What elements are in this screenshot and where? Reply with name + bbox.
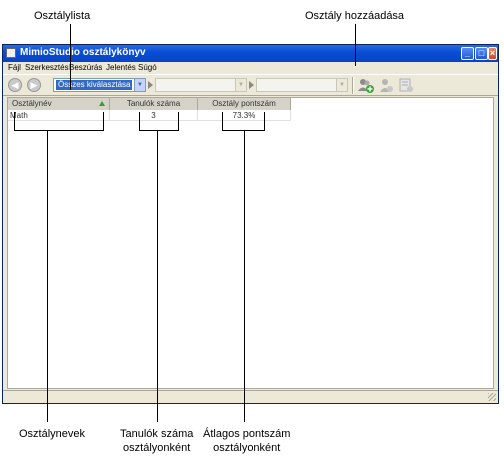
leader-line	[70, 24, 71, 90]
add-student-icon[interactable]	[377, 77, 395, 94]
callout-students-line2: osztályonként	[123, 442, 191, 454]
leader-line	[47, 130, 48, 422]
class-grid: Osztálynév Tanulók száma Osztály pontszá…	[7, 97, 494, 389]
resize-grip-icon[interactable]	[488, 393, 496, 401]
class-select-value: Összes kiválasztása	[56, 80, 133, 90]
callout-average-line1: Átlagos pontszám	[203, 428, 291, 440]
status-bar	[3, 390, 498, 403]
callout-average-score: Átlagos pontszám osztályonként	[203, 427, 290, 455]
maximize-button[interactable]: □	[475, 47, 488, 60]
play-icon	[148, 81, 153, 89]
leader-line	[157, 130, 158, 422]
callout-class-names: Osztálynevek	[19, 428, 86, 440]
toolbar: ◀ ▶ Összes kiválasztása ▼ ▼ ▼	[3, 74, 498, 96]
callout-students-line1: Tanulók száma	[120, 428, 194, 440]
app-window: MimioStudio osztálykönyv _ □ × Fájl Szer…	[2, 44, 499, 404]
chevron-down-icon[interactable]: ▼	[235, 79, 246, 91]
close-button[interactable]: ×	[488, 47, 497, 60]
window-title: MimioStudio osztálykönyv	[20, 47, 146, 58]
leader-line	[103, 112, 104, 131]
back-button[interactable]: ◀	[8, 78, 22, 92]
title-bar[interactable]: MimioStudio osztálykönyv _ □ ×	[3, 45, 498, 62]
leader-line	[355, 24, 356, 66]
student-select[interactable]: ▼	[256, 78, 348, 92]
leader-line	[222, 112, 223, 131]
cell-class-score[interactable]: 73.3%	[198, 110, 291, 121]
menu-help[interactable]: Súgó	[138, 62, 157, 74]
minimize-button[interactable]: _	[461, 47, 474, 60]
cell-class-name[interactable]: Math	[8, 110, 110, 121]
column-header-student-count[interactable]: Tanulók száma	[110, 98, 198, 110]
callout-add-class: Osztály hozzáadása	[305, 10, 405, 22]
chevron-down-icon[interactable]: ▼	[134, 79, 145, 91]
column-header-class-name-label: Osztálynév	[12, 99, 52, 108]
sort-ascending-icon	[99, 101, 105, 106]
callout-average-line2: osztályonként	[213, 442, 281, 454]
menu-report[interactable]: Jelentés	[106, 62, 136, 74]
column-header-class-score[interactable]: Osztály pontszám	[198, 98, 291, 110]
class-select[interactable]: Összes kiválasztása ▼	[53, 78, 146, 92]
leader-line	[139, 130, 179, 131]
leader-line	[14, 130, 104, 131]
leader-line	[14, 112, 15, 131]
callout-students-per-class: Tanulók száma osztályonként	[120, 427, 193, 455]
toolbar-separator	[352, 77, 354, 94]
forward-button[interactable]: ▶	[27, 78, 41, 92]
menu-edit[interactable]: Szerkesztés	[25, 62, 69, 74]
callout-class-list: Osztálylista	[34, 10, 91, 22]
table-row[interactable]: Math 3 73.3%	[8, 110, 291, 121]
leader-line	[244, 130, 245, 422]
cell-student-count[interactable]: 3	[110, 110, 198, 121]
menu-bar: Fájl Szerkesztés Beszúrás Jelentés Súgó	[3, 62, 498, 74]
leader-line	[139, 112, 140, 131]
chevron-down-icon[interactable]: ▼	[336, 79, 347, 91]
app-icon	[6, 48, 16, 58]
play-icon	[249, 81, 254, 89]
grid-header: Osztálynév Tanulók száma Osztály pontszá…	[8, 98, 291, 110]
menu-file[interactable]: Fájl	[8, 62, 21, 74]
lesson-select[interactable]: ▼	[155, 78, 247, 92]
add-lesson-icon[interactable]	[397, 77, 415, 94]
add-class-icon[interactable]	[357, 77, 375, 94]
column-header-class-name[interactable]: Osztálynév	[8, 98, 110, 110]
leader-line	[264, 112, 265, 131]
leader-line	[178, 112, 179, 131]
menu-insert[interactable]: Beszúrás	[69, 62, 102, 74]
